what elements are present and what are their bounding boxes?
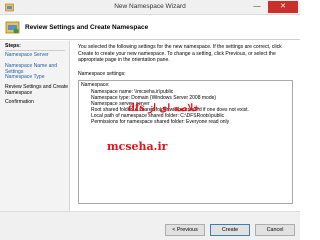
title-bar: New Namespace Wizard — ✕: [0, 0, 300, 15]
wizard-window: New Namespace Wizard — ✕ Review Settings…: [0, 0, 300, 240]
step-confirmation: Confirmation: [5, 99, 34, 105]
previous-button[interactable]: < Previous: [165, 224, 205, 236]
namespace-wizard-icon: [5, 21, 20, 34]
wizard-header: Review Settings and Create Namespace: [0, 15, 300, 40]
step-namespace-type[interactable]: Namespace Type: [5, 74, 69, 80]
create-button[interactable]: Create: [210, 224, 250, 236]
close-button[interactable]: ✕: [268, 1, 298, 13]
instructions-text: You selected the following settings for …: [78, 44, 282, 63]
page-title: Review Settings and Create Namespace: [25, 24, 149, 31]
minimize-button[interactable]: —: [248, 1, 266, 13]
watermark-site-text: mcseha.ir: [107, 140, 168, 153]
step-namespace-server[interactable]: Namespace Server: [5, 52, 69, 58]
button-bar: < Previous Create Cancel: [0, 211, 300, 240]
step-review-settings: Review Settings and Create Namespace: [5, 84, 69, 96]
steps-pane: Steps: Namespace Server Namespace Name a…: [0, 41, 70, 211]
steps-label: Steps:: [5, 43, 21, 49]
steps-divider: [5, 50, 65, 51]
cancel-button[interactable]: Cancel: [255, 224, 295, 236]
namespace-header: Namespace:: [81, 82, 110, 88]
setting-permissions: Permissions for namespace shared folder:…: [91, 119, 230, 125]
settings-label: Namespace settings:: [78, 71, 126, 77]
watermark-persian-text: خلاصه ای از dfs: [128, 103, 200, 114]
